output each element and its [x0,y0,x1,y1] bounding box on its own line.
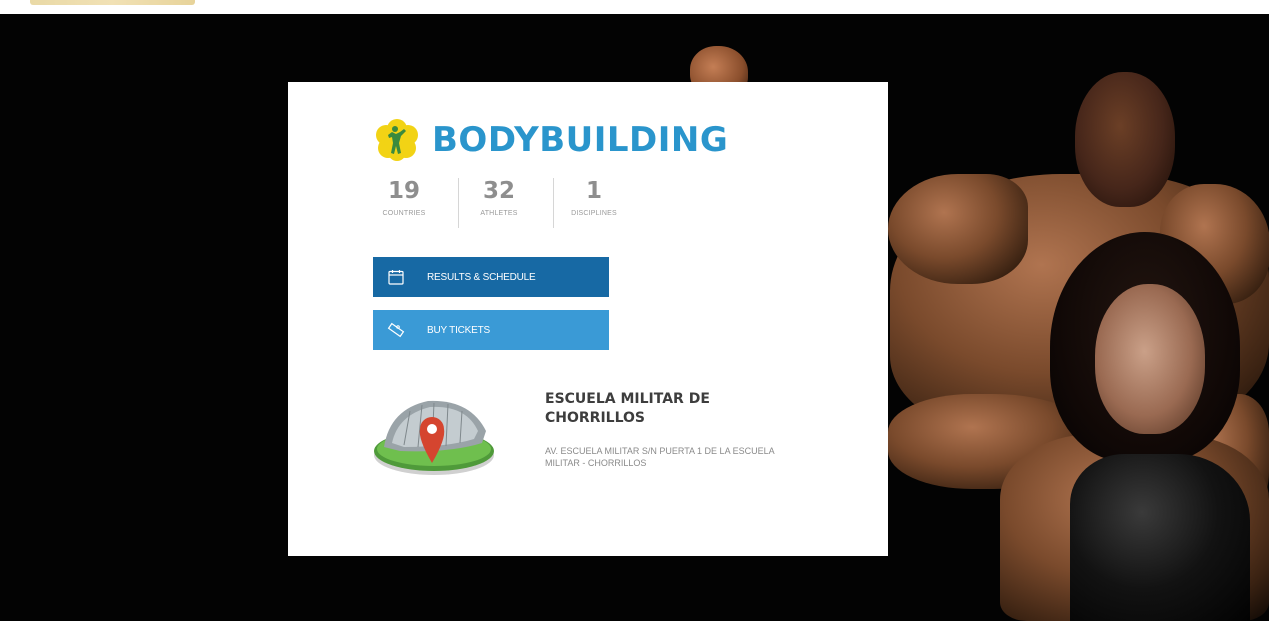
photo-man-head [1075,72,1175,207]
stats-row: 19 COUNTRIES 32 ATHLETES 1 DISCIPLINES [364,178,634,228]
stat-value: 19 [387,178,420,204]
photo-man-arm [888,174,1028,284]
stat-value: 1 [585,178,602,204]
top-strip [0,0,1269,14]
page: BODYBUILDING 19 COUNTRIES 32 ATHLETES 1 … [0,0,1269,621]
results-schedule-label: RESULTS & SCHEDULE [427,271,536,283]
photo-bikini [1070,454,1250,621]
buy-tickets-button[interactable]: BUY TICKETS [373,310,609,350]
stat-label: COUNTRIES [382,210,426,217]
calendar-icon [388,270,404,285]
site-logo[interactable] [30,0,195,5]
sport-title: BODYBUILDING [432,120,729,160]
sport-header: BODYBUILDING [374,112,728,168]
photo-woman-face [1095,284,1205,434]
stat-countries: 19 COUNTRIES [364,178,444,228]
sport-info-card: BODYBUILDING 19 COUNTRIES 32 ATHLETES 1 … [288,82,888,556]
stat-disciplines: 1 DISCIPLINES [553,178,634,228]
stat-label: DISCIPLINES [571,210,617,217]
stat-value: 32 [482,178,515,204]
venue-location-pin-icon[interactable] [370,387,498,479]
results-schedule-button[interactable]: RESULTS & SCHEDULE [373,257,609,297]
stat-label: ATHLETES [480,210,518,217]
buy-tickets-label: BUY TICKETS [427,324,491,336]
venue-name: ESCUELA MILITAR DE CHORRILLOS [545,391,710,426]
bodybuilder-icon [376,119,418,161]
stat-athletes: 32 ATHLETES [458,178,539,228]
ticket-icon [387,322,405,338]
venue-address: AV. ESCUELA MILITAR S/N PUERTA 1 DE LA E… [545,446,775,468]
